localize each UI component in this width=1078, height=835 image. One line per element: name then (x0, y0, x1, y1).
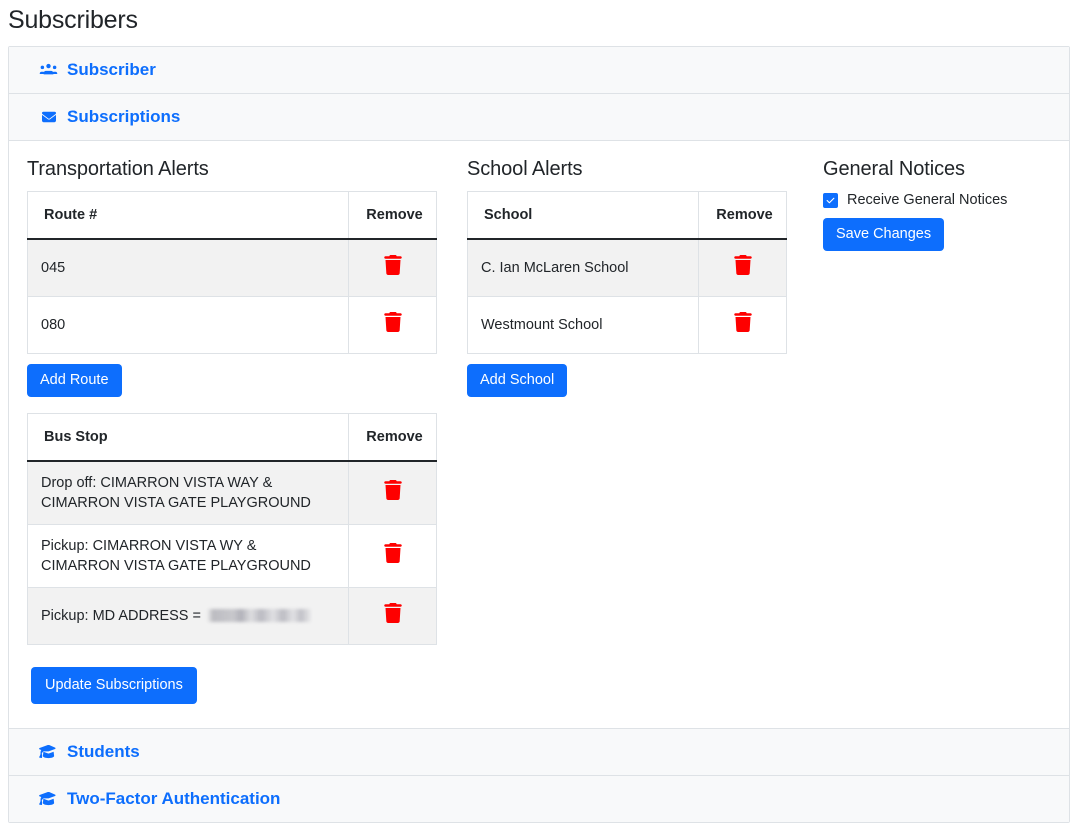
trash-icon (734, 255, 752, 275)
remove-school-button[interactable] (734, 255, 752, 275)
receive-general-notices-row: Receive General Notices (823, 191, 1051, 209)
transportation-alerts-section: Transportation Alerts Route # Remove 045 (27, 157, 467, 704)
bus-stop-cell: Drop off: CIMARRON VISTA WAY & CIMARRON … (28, 461, 349, 525)
accordion-label-subscriber: Subscriber (67, 60, 156, 80)
subscriptions-panel: Transportation Alerts Route # Remove 045 (9, 141, 1069, 729)
redacted-address (207, 609, 311, 622)
general-notices-section: General Notices Receive General Notices … (815, 157, 1051, 251)
page-title: Subscribers (0, 0, 1078, 36)
column-header-school: School (468, 192, 699, 240)
general-notices-title: General Notices (823, 157, 1051, 181)
accordion-header-subscriber[interactable]: Subscriber (9, 47, 1069, 94)
table-row: Pickup: MD ADDRESS = (28, 587, 437, 644)
table-row: Pickup: CIMARRON VISTA WY & CIMARRON VIS… (28, 524, 437, 587)
bus-stops-table: Bus Stop Remove Drop off: CIMARRON VISTA… (27, 413, 437, 645)
remove-bus-stop-button[interactable] (384, 603, 402, 623)
accordion-header-subscriptions[interactable]: Subscriptions (9, 94, 1069, 141)
add-route-button[interactable]: Add Route (27, 364, 122, 397)
trash-icon (384, 255, 402, 275)
column-header-bus-stop: Bus Stop (28, 413, 349, 461)
trash-icon (384, 312, 402, 332)
accordion-header-two-factor[interactable]: Two-Factor Authentication (9, 776, 1069, 822)
remove-bus-stop-button[interactable] (384, 543, 402, 563)
receive-general-notices-label: Receive General Notices (847, 191, 1007, 209)
column-header-route: Route # (28, 192, 349, 240)
routes-table: Route # Remove 045 (27, 191, 437, 354)
remove-cell (349, 239, 437, 296)
accordion-header-students[interactable]: Students (9, 729, 1069, 776)
graduation-cap-icon (39, 790, 58, 807)
table-row: Drop off: CIMARRON VISTA WAY & CIMARRON … (28, 461, 437, 525)
school-cell: Westmount School (468, 296, 699, 353)
bus-stop-cell: Pickup: CIMARRON VISTA WY & CIMARRON VIS… (28, 524, 349, 587)
graduation-cap-icon (39, 743, 58, 760)
subscriber-accordion: Subscriber Subscriptions Transportation … (8, 46, 1070, 823)
table-row: 045 (28, 239, 437, 296)
remove-cell (699, 239, 787, 296)
table-header-row: Bus Stop Remove (28, 413, 437, 461)
accordion-label-students: Students (67, 742, 140, 762)
remove-cell (349, 587, 437, 644)
users-icon (39, 62, 58, 79)
add-school-button[interactable]: Add School (467, 364, 567, 397)
table-row: Westmount School (468, 296, 787, 353)
update-subscriptions-button[interactable]: Update Subscriptions (31, 667, 197, 704)
column-header-remove: Remove (699, 192, 787, 240)
accordion-label-two-factor: Two-Factor Authentication (67, 789, 280, 809)
remove-cell (699, 296, 787, 353)
remove-bus-stop-button[interactable] (384, 480, 402, 500)
bus-stop-cell: Pickup: MD ADDRESS = (28, 587, 349, 644)
school-alerts-title: School Alerts (467, 157, 815, 181)
school-alerts-section: School Alerts School Remove C. Ian McLar… (467, 157, 815, 397)
bus-stop-label: Pickup: MD ADDRESS = (41, 608, 205, 624)
route-cell: 045 (28, 239, 349, 296)
transportation-alerts-title: Transportation Alerts (27, 157, 467, 181)
trash-icon (384, 543, 402, 563)
accordion-label-subscriptions: Subscriptions (67, 107, 180, 127)
school-cell: C. Ian McLaren School (468, 239, 699, 296)
remove-school-button[interactable] (734, 312, 752, 332)
remove-cell (349, 524, 437, 587)
remove-cell (349, 461, 437, 525)
route-cell: 080 (28, 296, 349, 353)
save-changes-button[interactable]: Save Changes (823, 218, 944, 251)
table-header-row: Route # Remove (28, 192, 437, 240)
remove-cell (349, 296, 437, 353)
column-header-remove: Remove (349, 413, 437, 461)
trash-icon (734, 312, 752, 332)
remove-route-button[interactable] (384, 312, 402, 332)
trash-icon (384, 603, 402, 623)
trash-icon (384, 480, 402, 500)
table-row: 080 (28, 296, 437, 353)
table-row: C. Ian McLaren School (468, 239, 787, 296)
receive-general-notices-checkbox[interactable] (823, 193, 838, 208)
table-header-row: School Remove (468, 192, 787, 240)
column-header-remove: Remove (349, 192, 437, 240)
envelope-icon (39, 109, 58, 126)
schools-table: School Remove C. Ian McLaren School (467, 191, 787, 354)
remove-route-button[interactable] (384, 255, 402, 275)
